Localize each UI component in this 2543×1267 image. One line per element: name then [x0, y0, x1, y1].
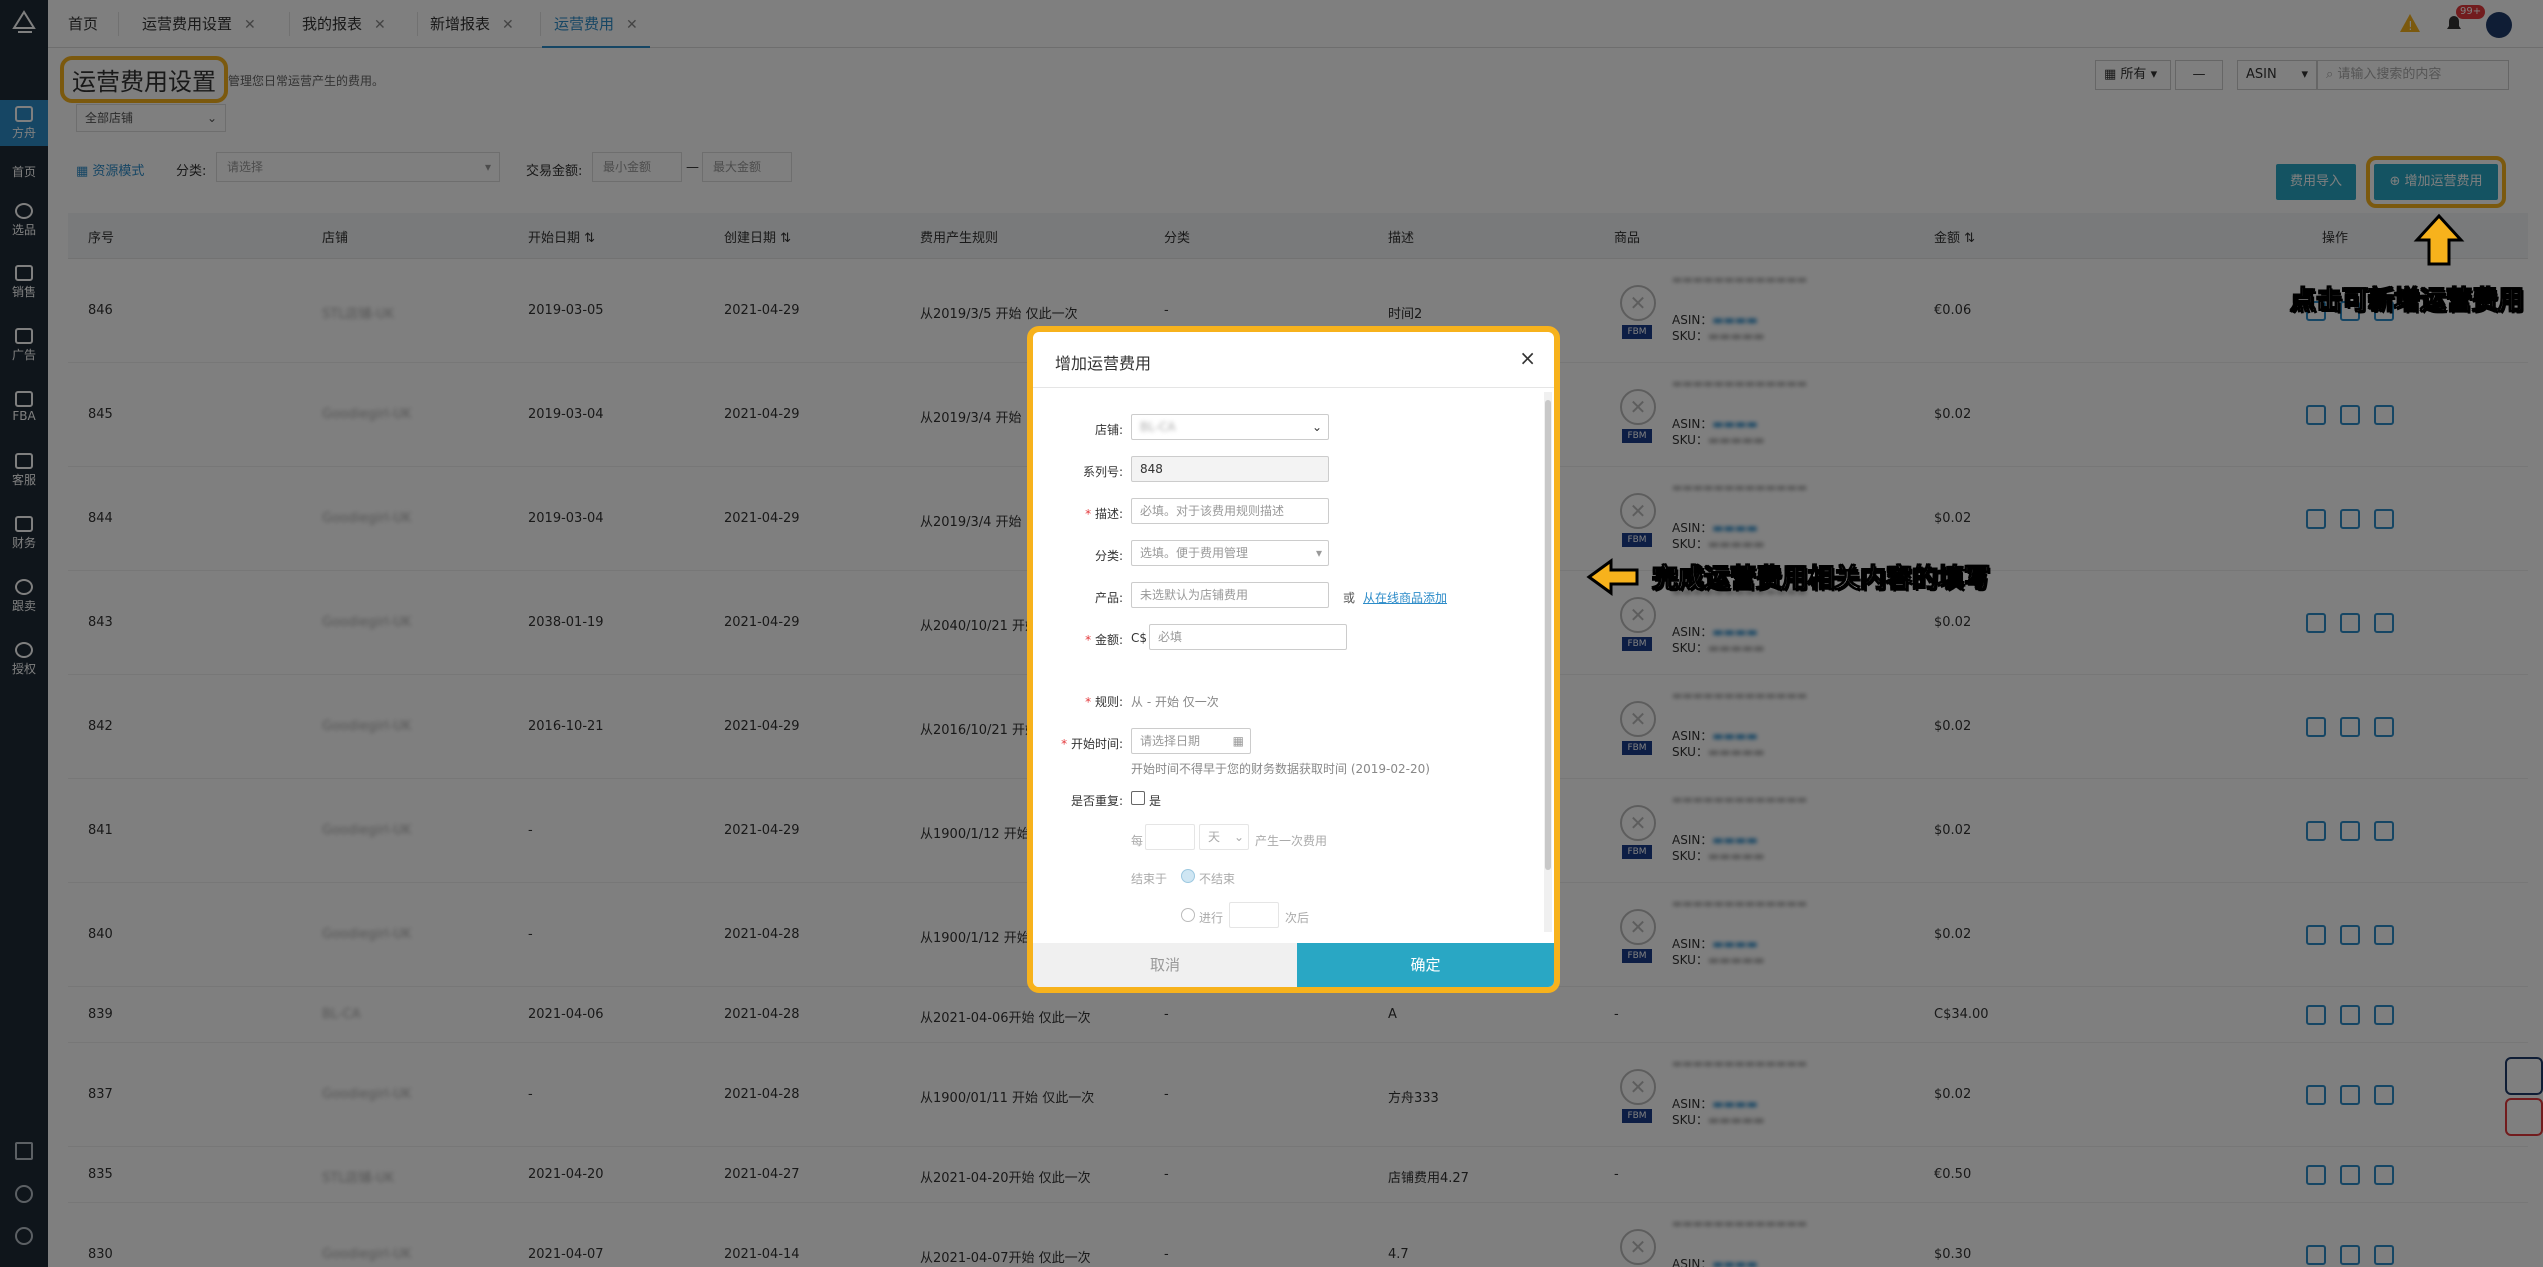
field-label: 是否重复: — [1070, 794, 1123, 808]
field-label: 分类: — [1094, 549, 1123, 563]
run-times-input[interactable] — [1229, 902, 1279, 928]
dialog-header: 增加运营费用 × — [1033, 332, 1554, 388]
chevron-down-icon: ▾ — [1315, 546, 1322, 560]
field-label: 产品: — [1094, 591, 1123, 605]
field-label: * 规则: — [1085, 695, 1123, 709]
description-input[interactable]: 必填。对于该费用规则描述 — [1131, 498, 1329, 524]
dialog-footer: 取消 确定 — [1033, 943, 1554, 987]
start-hint: 开始时间不得早于您的财务数据获取时间 (2019-02-20) — [1131, 762, 1430, 776]
rule-text: 从 - 开始 仅一次 — [1131, 695, 1219, 709]
amount-input[interactable]: 必填 — [1149, 624, 1347, 650]
confirm-button[interactable]: 确定 — [1297, 943, 1554, 987]
never-end-radio[interactable] — [1181, 869, 1195, 883]
interval-input[interactable] — [1145, 824, 1195, 850]
chevron-down-icon: ⌄ — [1311, 420, 1322, 434]
store-select[interactable]: BL-CA ⌄ — [1131, 414, 1329, 440]
field-label: * 开始时间: — [1061, 737, 1123, 751]
interval-unit-select[interactable]: 天 ⌄ — [1199, 824, 1249, 850]
field-label: 店铺: — [1094, 423, 1123, 437]
add-from-online-link[interactable]: 从在线商品添加 — [1363, 589, 1447, 606]
start-date-picker[interactable]: 请选择日期 ▦ — [1131, 728, 1251, 754]
or-text: 或 — [1343, 591, 1356, 605]
field-label: * 描述: — [1085, 507, 1123, 521]
cancel-button[interactable]: 取消 — [1033, 943, 1297, 987]
currency-label: C$ — [1131, 631, 1148, 645]
repeat-checkbox[interactable] — [1131, 791, 1145, 805]
every-suffix: 产生一次费用 — [1255, 834, 1328, 848]
end-label: 结束于 — [1131, 872, 1168, 886]
run-times-radio[interactable] — [1181, 908, 1195, 922]
field-label: 系列号: — [1082, 465, 1123, 479]
app-root: 方舟 首页 选品 销售 广告 FBA 客服 财务 跟卖 授权 首页 运营费用设置… — [0, 0, 2543, 1267]
annotation-fill-hint: 完成运营费用相关内容的填写 — [1651, 564, 1991, 595]
times-suffix: 次后 — [1285, 911, 1310, 925]
field-label: * 金额: — [1085, 633, 1123, 647]
dialog-title: 增加运营费用 — [1055, 354, 1152, 373]
annotation-add-hint: 点击可新增运营费用 — [2289, 286, 2525, 317]
scrollbar-thumb[interactable] — [1545, 400, 1551, 870]
dialog-scrollbar[interactable] — [1544, 392, 1552, 932]
run-label: 进行 — [1199, 911, 1224, 925]
never-end-label: 不结束 — [1199, 872, 1236, 886]
serial-input[interactable]: 848 — [1131, 456, 1329, 482]
arrow-up-icon — [2413, 213, 2465, 266]
arrow-left-icon — [1586, 558, 1639, 596]
repeat-option-label: 是 — [1149, 794, 1162, 808]
product-input[interactable]: 未选默认为店铺费用 — [1131, 582, 1329, 608]
add-expense-dialog: 增加运营费用 × 店铺: BL-CA ⌄ 系列号: 848 * 描述: 必填。对于… — [1027, 326, 1560, 993]
category-select[interactable]: 选填。便于费用管理 ▾ — [1131, 540, 1329, 566]
every-label: 每 — [1131, 834, 1144, 848]
close-icon[interactable]: × — [1519, 346, 1536, 370]
calendar-icon: ▦ — [1232, 734, 1244, 748]
chevron-down-icon: ⌄ — [1233, 830, 1244, 844]
